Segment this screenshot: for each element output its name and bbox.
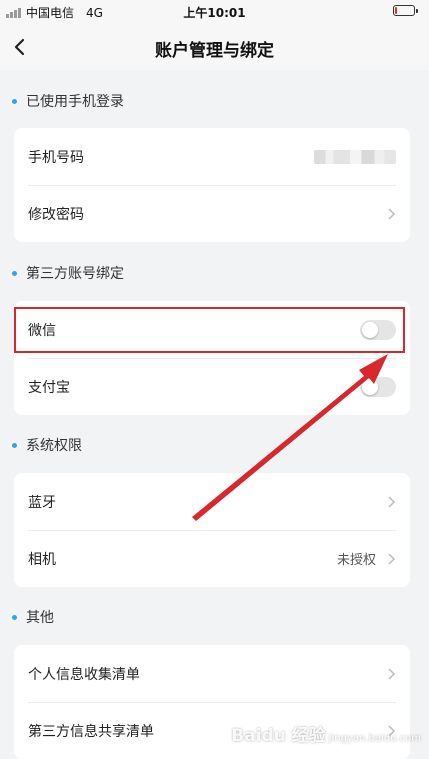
row-phone-number[interactable]: 手机号码	[14, 128, 410, 185]
toggle-knob	[362, 378, 378, 395]
row-camera[interactable]: 相机 未授权	[14, 530, 410, 587]
battery-level	[395, 7, 397, 14]
card-third-party: 微信 支付宝	[14, 301, 410, 415]
row-change-password[interactable]: 修改密码	[14, 185, 410, 242]
row-wechat[interactable]: 微信	[14, 301, 410, 358]
row-label: 手机号码	[28, 149, 84, 166]
card-permissions: 蓝牙 相机 未授权	[14, 473, 410, 587]
watermark: Baidu 经验 jingyan.baidu.com	[231, 721, 421, 746]
section-title-label: 系统权限	[26, 438, 82, 454]
wechat-toggle[interactable]	[360, 319, 396, 340]
row-personal-info-list[interactable]: 个人信息收集清单	[14, 645, 410, 702]
section-title-label: 其他	[26, 610, 54, 626]
phone-number-value-blurred	[314, 149, 396, 164]
status-bar: 中国电信 4G 上午10:01	[0, 0, 429, 24]
row-label: 蓝牙	[28, 494, 56, 511]
nav-bar: 账户管理与绑定	[0, 24, 429, 70]
chevron-right-icon	[388, 667, 396, 680]
section-title-third-party: 第三方账号绑定	[12, 263, 124, 283]
row-label: 微信	[28, 322, 56, 339]
status-time: 上午10:01	[183, 6, 246, 20]
bullet-dot-icon	[12, 98, 17, 104]
camera-status-value: 未授权	[336, 553, 376, 568]
section-title-permissions: 系统权限	[12, 435, 82, 455]
row-label: 相机	[28, 551, 56, 568]
section-title-phone-login: 已使用手机登录	[12, 91, 124, 111]
row-bluetooth[interactable]: 蓝牙	[14, 473, 410, 530]
watermark-subtext: jingyan.baidu.com	[328, 733, 421, 744]
page-title: 账户管理与绑定	[155, 41, 274, 61]
chevron-right-icon	[388, 207, 396, 220]
row-label: 修改密码	[28, 206, 84, 223]
row-alipay[interactable]: 支付宝	[14, 358, 410, 415]
chevron-right-icon	[388, 495, 396, 508]
bullet-dot-icon	[12, 614, 17, 620]
watermark-text: Baidu 经验	[231, 726, 326, 746]
row-label: 第三方信息共享清单	[28, 723, 154, 740]
section-title-label: 第三方账号绑定	[26, 266, 124, 282]
section-title-label: 已使用手机登录	[26, 94, 124, 110]
section-title-other: 其他	[12, 607, 54, 627]
alipay-toggle[interactable]	[360, 376, 396, 397]
toggle-knob	[362, 321, 378, 338]
chevron-right-icon	[388, 552, 396, 565]
bullet-dot-icon	[12, 442, 17, 448]
row-label: 支付宝	[28, 379, 70, 396]
battery-icon	[393, 5, 418, 16]
row-label: 个人信息收集清单	[28, 666, 140, 683]
bullet-dot-icon	[12, 270, 17, 276]
card-phone-login: 手机号码 修改密码	[14, 128, 410, 242]
